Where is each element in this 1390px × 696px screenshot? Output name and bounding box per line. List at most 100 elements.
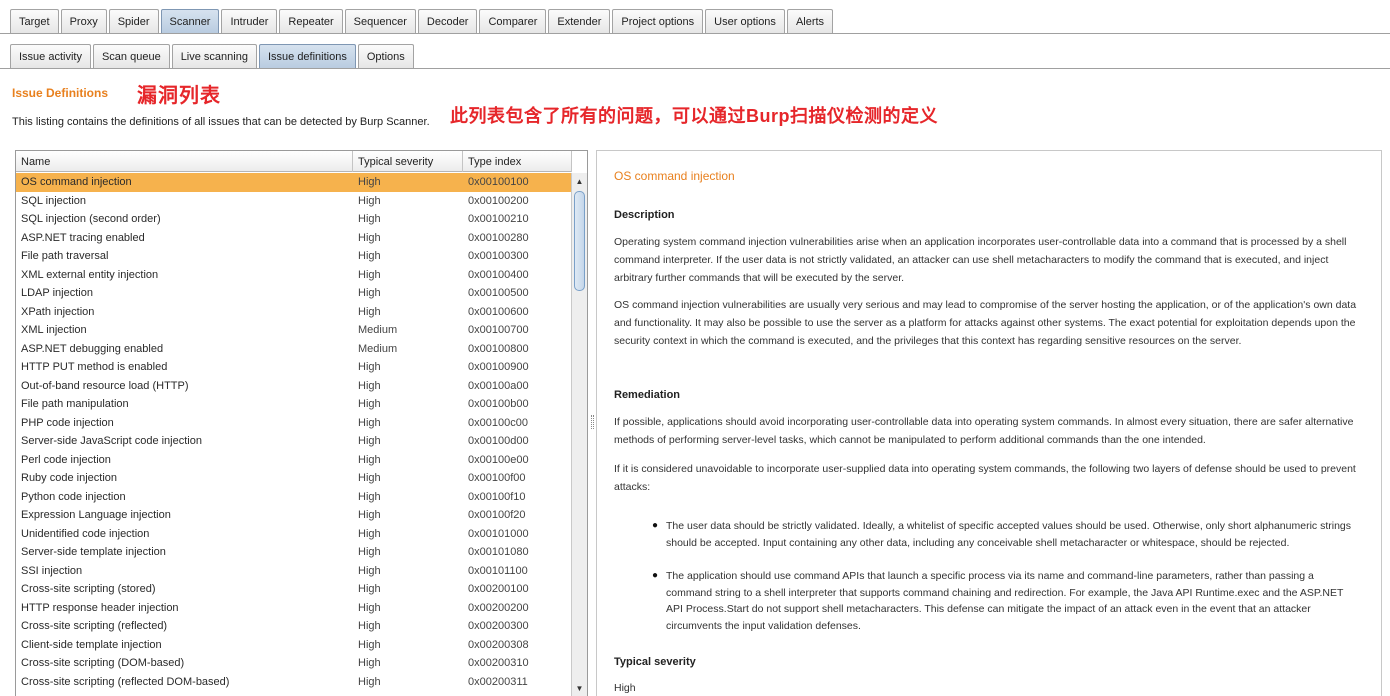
subtab-live-scanning[interactable]: Live scanning xyxy=(171,44,257,68)
row-severity-cell: High xyxy=(358,379,381,392)
column-header-type-index[interactable]: Type index xyxy=(463,151,572,172)
column-header-severity[interactable]: Typical severity xyxy=(353,151,463,172)
tab-repeater[interactable]: Repeater xyxy=(279,9,343,33)
remediation-heading: Remediation xyxy=(614,389,681,401)
row-severity-cell: High xyxy=(358,361,381,374)
table-row[interactable]: XPath injection High 0x00100600 xyxy=(16,303,572,322)
row-type-index-cell: 0x00101100 xyxy=(468,564,528,577)
row-severity-cell: High xyxy=(358,509,381,522)
table-row[interactable]: Cross-site scripting (reflected DOM-base… xyxy=(16,673,572,692)
sub-tab-divider xyxy=(0,68,1390,69)
table-row[interactable]: Server-side template injection High 0x0010… xyxy=(16,543,572,562)
table-row[interactable]: XML injection Medium 0x00100700 xyxy=(16,321,572,340)
subtab-options[interactable]: Options xyxy=(357,44,414,68)
row-severity-cell: High xyxy=(358,176,381,189)
tab-alerts[interactable]: Alerts xyxy=(786,9,834,33)
tab-extender[interactable]: Extender xyxy=(548,9,611,33)
table-row[interactable]: Client-side template injection High 0x0020… xyxy=(16,636,572,655)
row-severity-cell: High xyxy=(358,620,381,633)
row-type-index-cell: 0x00200308 xyxy=(468,638,529,651)
row-severity-cell: High xyxy=(358,416,381,429)
tab-comparer[interactable]: Comparer xyxy=(479,9,547,33)
panel-splitter[interactable] xyxy=(590,150,595,696)
detail-title: OS command injection xyxy=(614,169,735,183)
subtab-issue-activity[interactable]: Issue activity xyxy=(10,44,91,68)
row-type-index-cell: 0x00100a00 xyxy=(468,379,529,392)
table-row[interactable]: File path manipulation High 0x00100b00 xyxy=(16,395,572,414)
subtab-scan-queue[interactable]: Scan queue xyxy=(92,44,170,68)
main-tab-divider xyxy=(0,33,1390,34)
row-type-index-cell: 0x00100800 xyxy=(468,342,529,355)
scroll-down-arrow-icon[interactable]: ▼ xyxy=(572,680,587,696)
row-severity-cell: High xyxy=(358,472,381,485)
tab-project-options[interactable]: Project options xyxy=(612,9,704,33)
table-row[interactable]: XML external entity injection High 0x00100… xyxy=(16,266,572,285)
row-type-index-cell: 0x00100b00 xyxy=(468,398,529,411)
table-row[interactable]: SQL injection High 0x00100200 xyxy=(16,192,572,211)
table-row[interactable]: Expression Language injection High 0x00100… xyxy=(16,506,572,525)
table-row[interactable]: SQL injection (second order) High 0x001002… xyxy=(16,210,572,229)
row-name-cell: ASP.NET debugging enabled xyxy=(21,342,164,355)
scroll-thumb[interactable] xyxy=(574,191,585,291)
subtab-issue-definitions[interactable]: Issue definitions xyxy=(258,44,356,68)
table-row[interactable]: Cross-site scripting (DOM-based) High 0x00… xyxy=(16,654,572,673)
table-row[interactable]: Server-side JavaScript code injection Hig… xyxy=(16,432,572,451)
row-type-index-cell: 0x00100f20 xyxy=(468,509,526,522)
table-row[interactable]: Out-of-band resource load (HTTP) High 0x00… xyxy=(16,377,572,396)
scanner-sub-tab-bar: Issue activity Scan queue Live scanning Iss… xyxy=(0,43,416,68)
table-body: OS command injection High 0x00100100 SQL in… xyxy=(16,173,572,691)
table-row[interactable]: HTTP response header injection High 0x0020… xyxy=(16,599,572,618)
table-header: Name Typical severity Type index xyxy=(16,151,572,172)
row-name-cell: Ruby code injection xyxy=(21,472,118,485)
table-row[interactable]: Python code injection High 0x00100f10 xyxy=(16,488,572,507)
row-severity-cell: High xyxy=(358,213,381,226)
table-row[interactable]: LDAP injection High 0x00100500 xyxy=(16,284,572,303)
row-severity-cell: High xyxy=(358,490,381,503)
tab-decoder[interactable]: Decoder xyxy=(417,9,478,33)
row-type-index-cell: 0x00100700 xyxy=(468,324,529,337)
tab-scanner[interactable]: Scanner xyxy=(160,9,220,33)
table-row[interactable]: Perl code injection High 0x00100e00 xyxy=(16,451,572,470)
table-row[interactable]: Cross-site scripting (stored) High 0x00200… xyxy=(16,580,572,599)
table-row[interactable]: ASP.NET tracing enabled High 0x00100280 xyxy=(16,229,572,248)
description-heading: Description xyxy=(614,209,675,221)
table-row[interactable]: SSI injection High 0x00101100 xyxy=(16,562,572,581)
row-severity-cell: High xyxy=(358,638,381,651)
table-row[interactable]: Ruby code injection High 0x00100f00 xyxy=(16,469,572,488)
main-tab-bar: Target Proxy Spider Scanner Intruder Repeater… xyxy=(0,8,835,33)
tab-spider[interactable]: Spider xyxy=(108,9,159,33)
tab-sequencer[interactable]: Sequencer xyxy=(344,9,416,33)
typical-severity-heading: Typical severity xyxy=(614,656,696,668)
tab-user-options[interactable]: User options xyxy=(705,9,785,33)
tab-target[interactable]: Target xyxy=(10,9,59,33)
table-row[interactable]: Cross-site scripting (reflected) High 0x00… xyxy=(16,617,572,636)
row-name-cell: Server-side JavaScript code injection xyxy=(21,435,202,448)
table-row[interactable]: File path traversal High 0x00100300 xyxy=(16,247,572,266)
scroll-up-arrow-icon[interactable]: ▲ xyxy=(572,173,587,189)
row-severity-cell: High xyxy=(358,564,381,577)
annotation-description: 此列表包含了所有的问题，可以通过Burp扫描仪检测的定义 xyxy=(450,106,938,126)
table-scrollbar[interactable]: ▲ ▼ xyxy=(571,173,587,696)
table-row[interactable]: HTTP PUT method is enabled High 0x00100900 xyxy=(16,358,572,377)
tab-intruder[interactable]: Intruder xyxy=(221,9,278,33)
table-row[interactable]: PHP code injection High 0x00100c00 xyxy=(16,414,572,433)
remediation-paragraph-2: If it is considered unavoidable to incor… xyxy=(614,463,1356,493)
column-header-name[interactable]: Name xyxy=(16,151,353,172)
row-type-index-cell: 0x00100400 xyxy=(468,268,529,281)
row-name-cell: File path traversal xyxy=(21,250,109,263)
table-row[interactable]: ASP.NET debugging enabled Medium 0x0010080… xyxy=(16,340,572,359)
row-type-index-cell: 0x00100c00 xyxy=(468,416,528,429)
bullet-icon: ● xyxy=(652,570,659,581)
table-row[interactable]: Unidentified code injection High 0x0010100… xyxy=(16,525,572,544)
row-type-index-cell: 0x00100d00 xyxy=(468,435,529,448)
table-row[interactable]: OS command injection High 0x00100100 xyxy=(16,173,572,192)
issue-definitions-table: Name Typical severity Type index OS comm… xyxy=(15,150,588,696)
row-type-index-cell: 0x00100210 xyxy=(468,213,529,226)
row-type-index-cell: 0x00100200 xyxy=(468,194,529,207)
row-severity-cell: Medium xyxy=(358,324,398,337)
description-paragraph-2: OS command injection vulnerabilities are… xyxy=(614,299,1357,347)
row-name-cell: File path manipulation xyxy=(21,398,129,411)
row-severity-cell: High xyxy=(358,287,381,300)
tab-proxy[interactable]: Proxy xyxy=(60,9,107,33)
row-name-cell: Server-side template injection xyxy=(21,546,166,559)
